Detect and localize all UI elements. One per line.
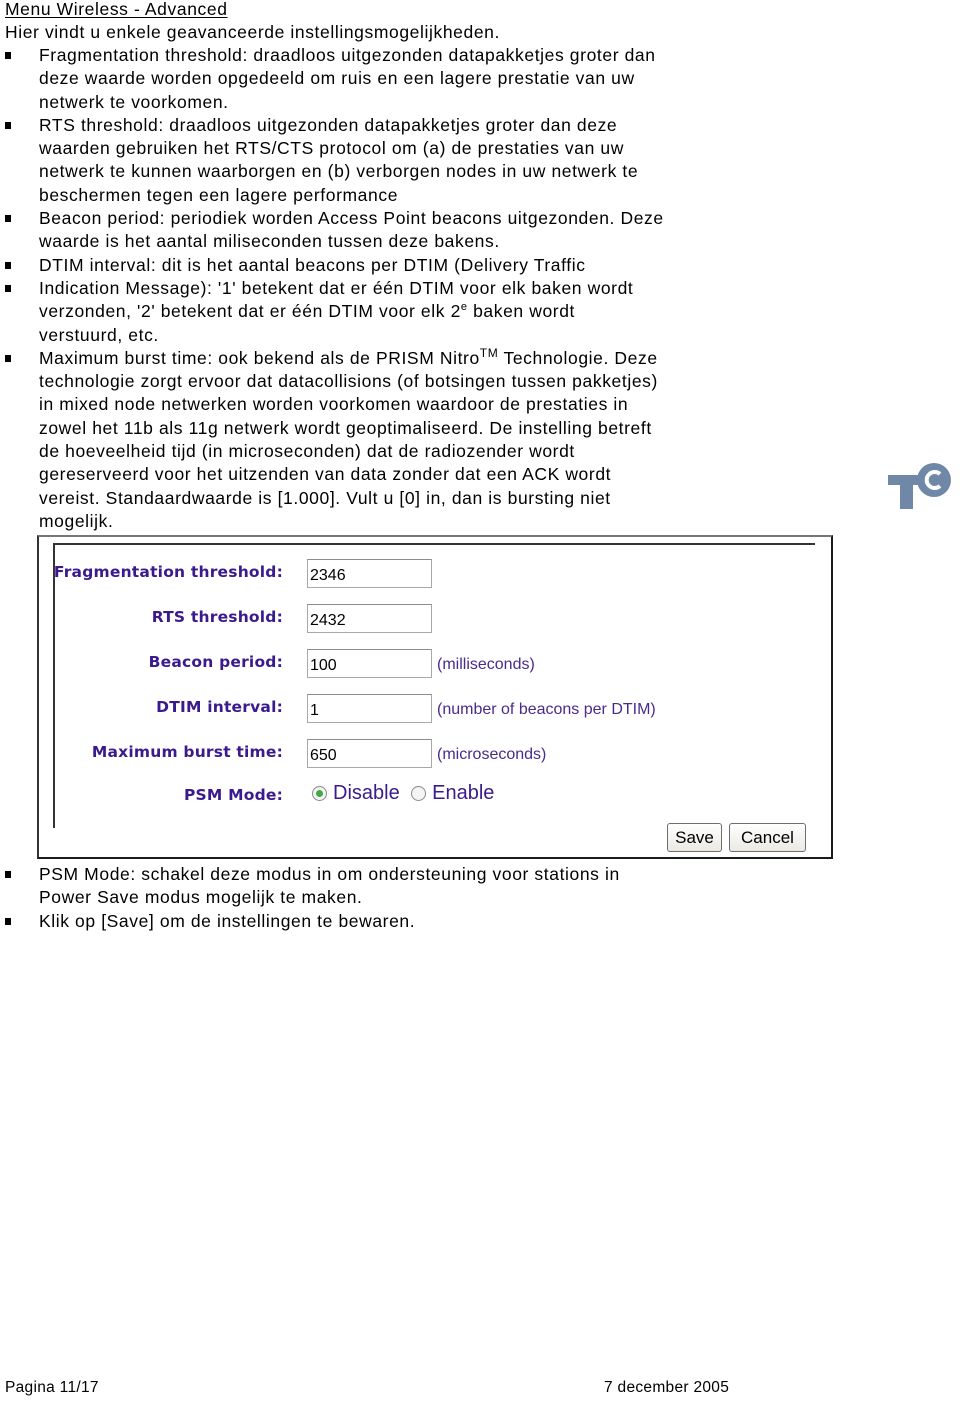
row-psm-mode: PSM Mode: Disable Enable [39,782,819,812]
bullet-line-part: baken wordt [467,301,576,322]
bullet-dtim-interval: DTIM interval: dit is het aantal beacons… [0,254,800,277]
beacon-period-unit: (milliseconds) [437,656,535,673]
intro-text: Hier vindt u enkele geavanceerde instell… [5,22,500,42]
settings-screenshot: Fragmentation threshold: RTS threshold: … [37,535,833,859]
psm-enable-radio[interactable] [411,786,427,801]
label-beacon-period: Beacon period: [148,653,283,671]
bullet-square-icon [5,917,11,925]
bullet-line-part: Technologie. Deze [498,347,658,368]
label-maximum-burst-time: Maximum burst time: [91,743,283,761]
row-dtim-interval: DTIM interval: (number of beacons per DT… [39,694,819,724]
beacon-period-input[interactable] [307,649,432,678]
bullet-line: Fragmentation threshold: draadloos uitge… [39,45,656,65]
psm-disable-radio[interactable] [312,786,327,801]
row-maximum-burst-time: Maximum burst time: (microseconds) [39,739,819,769]
bullet-line: mogelijk. [39,510,114,531]
bullet-line: Beacon period: periodiek worden Access P… [39,208,664,229]
bullet-line-part: verzonden, '2' betekent dat er één DTIM … [39,301,461,322]
bullet-rts-threshold: RTS threshold: draadloos uitgezonden dat… [0,114,800,207]
label-rts-threshold: RTS threshold: [151,608,283,626]
bullet-square-icon [5,121,11,129]
dtim-interval-unit: (number of beacons per DTIM) [437,701,656,718]
bullet-square-icon [5,871,11,878]
bullet-line: zowel het 11b als 11g netwerk wordt geop… [39,417,652,438]
bullet-line: Indication Message): '1' betekent dat er… [39,277,634,298]
bullet-square-icon [5,284,11,292]
bullet-line: gereserveerd voor het uitzenden van data… [39,464,612,485]
bullet-square-icon [5,215,11,223]
bullet-line: deze waarde worden opgedeeld om ruis en … [39,68,635,89]
bullet-square-icon [5,52,11,59]
bullet-line: verstuurd, etc. [39,324,159,345]
tc-logo-icon [888,463,951,509]
bullet-line: verzonden, '2' betekent dat er één DTIM … [39,300,800,323]
maximum-burst-time-unit: (microseconds) [437,746,547,763]
label-dtim-interval: DTIM interval: [156,698,283,716]
bullet-line: netwerk te kunnen waarborgen en (b) verb… [39,161,639,182]
page-title: Menu Wireless - Advanced [5,0,228,19]
bullet-list-bottom: PSM Mode: schakel deze modus in om onder… [0,863,800,933]
bullet-square-icon [5,261,11,269]
bullet-line: RTS threshold: draadloos uitgezonden dat… [39,114,618,135]
label-fragmentation-threshold: Fragmentation threshold: [53,563,283,581]
psm-disable-label[interactable]: Disable [333,782,400,804]
bullet-line: waarde is het aantal miliseconden tussen… [39,231,500,252]
bullet-psm-mode: PSM Mode: schakel deze modus in om onder… [0,863,800,910]
bullet-line: technologie zorgt ervoor dat datacollisi… [39,371,658,392]
rts-threshold-input[interactable] [307,604,432,633]
bullet-square-icon [5,354,11,362]
bullet-line: Power Save modus mogelijk te maken. [39,887,363,908]
row-fragmentation-threshold: Fragmentation threshold: [39,559,819,589]
bullet-save: Klik op [Save] om de instellingen te bew… [0,910,800,933]
panel-border-top [53,543,815,545]
cancel-button[interactable]: Cancel [729,823,806,852]
label-psm-mode: PSM Mode: [183,786,283,804]
bullet-line: waarden gebruiken het RTS/CTS protocol o… [39,138,624,159]
footer-date: 7 december 2005 [604,1379,730,1396]
row-rts-threshold: RTS threshold: [39,604,819,634]
bullet-line: netwerk te voorkomen. [39,91,229,112]
dtim-interval-input[interactable] [307,694,432,723]
bullet-line: Klik op [Save] om de instellingen te bew… [39,910,416,931]
maximum-burst-time-input[interactable] [307,739,432,768]
bullet-line: in mixed node netwerken worden voorkomen… [39,394,629,415]
page-number: Pagina 11/17 [5,1379,99,1396]
bullet-line: Maximum burst time: ook bekend als de PR… [39,347,800,370]
bullet-fragmentation-threshold: Fragmentation threshold: draadloos uitge… [0,44,800,114]
row-beacon-period: Beacon period: (milliseconds) [39,649,819,679]
bullet-maximum-burst-time: Maximum burst time: ook bekend als de PR… [0,347,800,533]
save-button[interactable]: Save [667,823,722,852]
bullet-line: de hoeveelheid tijd (in microseconden) d… [39,441,575,462]
bullet-line: PSM Mode: schakel deze modus in om onder… [39,864,620,884]
bullet-beacon-period: Beacon period: periodiek worden Access P… [0,207,800,254]
superscript: e [460,301,468,314]
bullet-list-top: Fragmentation threshold: draadloos uitge… [0,44,800,533]
bullet-indication-message: Indication Message): '1' betekent dat er… [0,277,800,347]
bullet-line: beschermen tegen een lagere performance [39,184,399,205]
bullet-line-part: Maximum burst time: ook bekend als de PR… [39,347,480,368]
bullet-line: DTIM interval: dit is het aantal beacons… [39,254,586,275]
fragmentation-threshold-input[interactable] [307,559,432,588]
psm-mode-radio-group: Disable Enable [312,782,501,812]
bullet-line: vereist. Standaardwaarde is [1.000]. Vul… [39,487,611,508]
psm-enable-label[interactable]: Enable [432,782,494,804]
trademark-sign: TM [479,346,499,361]
